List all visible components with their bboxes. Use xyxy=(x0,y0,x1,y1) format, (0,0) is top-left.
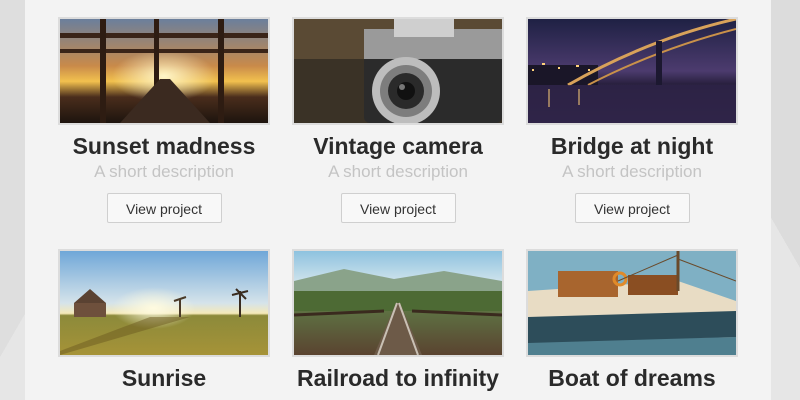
project-title: Sunrise xyxy=(121,365,207,391)
project-description: A short description xyxy=(562,162,702,181)
project-title: Boat of dreams xyxy=(548,365,716,391)
project-card-railroad-to-infinity: Railroad to infinity xyxy=(292,249,504,391)
project-title: Bridge at night xyxy=(550,133,714,159)
project-card-bridge-at-night: Bridge at night A short description View… xyxy=(526,17,738,223)
vintage-camera-photo xyxy=(294,19,502,123)
project-description: A short description xyxy=(94,162,234,181)
project-thumbnail[interactable] xyxy=(526,17,738,125)
project-card-sunrise: Sunrise xyxy=(58,249,270,391)
project-description: A short description xyxy=(328,162,468,181)
project-card-vintage-camera: Vintage camera A short description View … xyxy=(292,17,504,223)
project-title: Sunset madness xyxy=(72,133,256,159)
portfolio-panel: Sunset madness A short description View … xyxy=(25,0,771,400)
project-title: Vintage camera xyxy=(313,133,483,159)
view-project-button[interactable]: View project xyxy=(340,193,456,223)
project-card-boat-of-dreams: Boat of dreams xyxy=(526,249,738,391)
project-thumbnail[interactable] xyxy=(292,249,504,357)
project-thumbnail[interactable] xyxy=(526,249,738,357)
boat-photo xyxy=(528,251,736,355)
project-thumbnail[interactable] xyxy=(58,17,270,125)
bridge-night-photo xyxy=(528,19,736,123)
view-project-button[interactable]: View project xyxy=(574,193,690,223)
project-title: Railroad to infinity xyxy=(297,365,499,391)
project-thumbnail[interactable] xyxy=(292,17,504,125)
sunrise-field-photo xyxy=(60,251,268,355)
railroad-photo xyxy=(294,251,502,355)
sunset-bridge-photo xyxy=(60,19,268,123)
project-thumbnail[interactable] xyxy=(58,249,270,357)
view-project-button[interactable]: View project xyxy=(106,193,222,223)
project-card-sunset-madness: Sunset madness A short description View … xyxy=(58,17,270,223)
